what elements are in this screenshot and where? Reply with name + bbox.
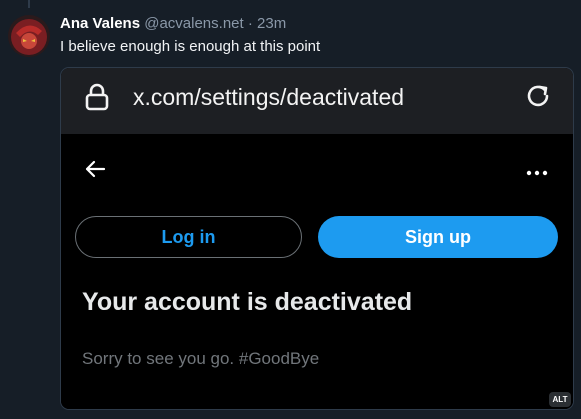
browser-address-bar: x.com/settings/deactivated (61, 68, 573, 134)
separator-dot: · (247, 15, 253, 32)
deactivated-title: Your account is deactivated (82, 288, 413, 316)
thread-line (28, 0, 30, 8)
login-button: Log in (75, 216, 302, 258)
url-text: x.com/settings/deactivated (133, 84, 405, 110)
author-handle[interactable]: @acvalens.net (144, 15, 243, 32)
post-timestamp[interactable]: 23m (257, 15, 286, 32)
more-icon (525, 164, 549, 182)
signup-button: Sign up (318, 216, 558, 258)
post-text: I believe enough is enough at this point (60, 38, 321, 55)
reload-icon (524, 82, 552, 115)
avatar[interactable] (8, 15, 50, 57)
goodbye-message: Sorry to see you go. #GoodBye (82, 349, 320, 368)
author-name[interactable]: Ana Valens (60, 15, 140, 32)
x-deactivated-page: Log in Sign up Your account is deactivat… (61, 134, 573, 409)
back-arrow-icon (83, 159, 107, 184)
post-header: Ana Valens @acvalens.net · 23m (60, 15, 286, 32)
lock-icon (84, 82, 110, 117)
embedded-image[interactable]: x.com/settings/deactivated Log in Sign u… (60, 67, 574, 410)
alt-text-badge[interactable]: ALT (549, 392, 571, 407)
